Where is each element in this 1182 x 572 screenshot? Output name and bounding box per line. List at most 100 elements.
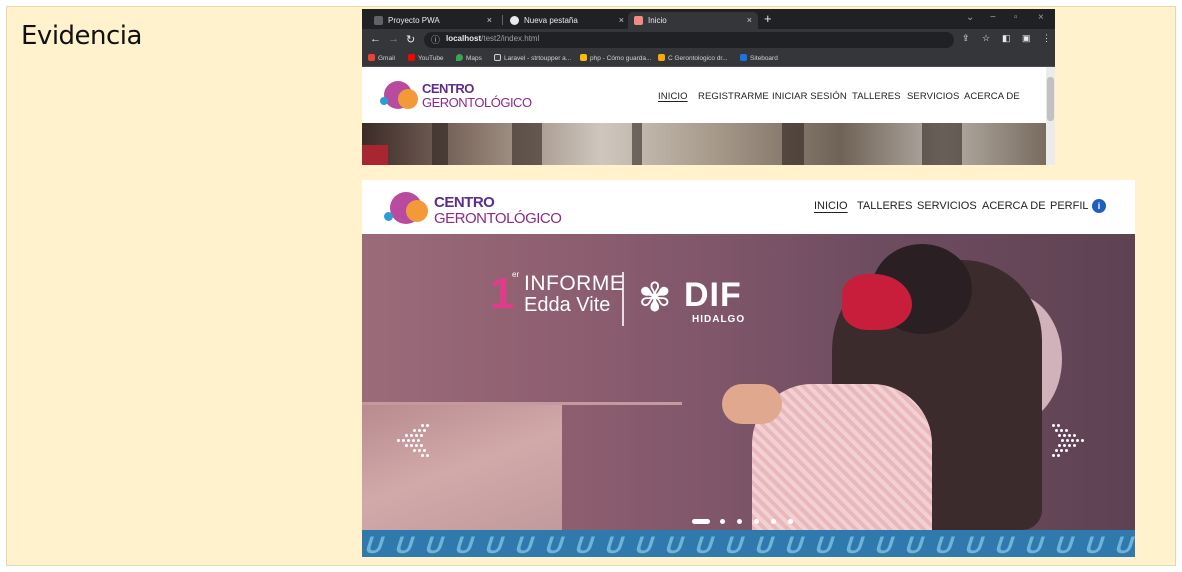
nav-acerca-de[interactable]: ACERCA DE: [982, 200, 1046, 212]
reload-icon[interactable]: ↻: [406, 33, 415, 46]
nav-acerca-de[interactable]: ACERCA DE: [964, 91, 1020, 102]
carousel-dot[interactable]: [720, 519, 725, 524]
pattern-shape: U: [451, 532, 478, 557]
arrow-dot: [426, 424, 429, 427]
tab-close-icon[interactable]: ×: [619, 12, 624, 29]
share-icon[interactable]: ⇪: [962, 33, 970, 44]
arrow-dot: [1065, 449, 1068, 452]
close-window-button[interactable]: ×: [1038, 12, 1044, 23]
tab-close-icon[interactable]: ×: [487, 12, 492, 29]
logo-line2: GERONTOLÓGICO: [422, 95, 532, 110]
pattern-shape: U: [391, 532, 418, 557]
arrow-dot: [421, 454, 424, 457]
address-toolbar: ← → ↻ ⓘ localhost/test2/index.html ⇪ ☆ ◧…: [362, 29, 1055, 51]
dif-flower-icon: ✾: [638, 276, 672, 320]
bookmark-label: YouTube: [418, 55, 444, 62]
hero-decor: [782, 123, 804, 165]
nav-inicio[interactable]: INICIO: [814, 200, 848, 212]
nav-registrarme[interactable]: REGISTRARME: [698, 91, 769, 102]
bookmark-siteboard[interactable]: Siteboard: [740, 53, 778, 64]
browser-screenshot: Proyecto PWA × Nueva pestaña × Inicio × …: [362, 9, 1055, 165]
tab-close-icon[interactable]: ×: [747, 12, 752, 29]
scrollbar-thumb[interactable]: [1047, 77, 1054, 121]
carousel-prev-arrow-icon[interactable]: [394, 420, 434, 460]
address-bar[interactable]: ⓘ localhost/test2/index.html: [424, 32, 954, 48]
banner-brand: DIF: [684, 276, 742, 314]
pattern-shape: U: [511, 532, 538, 557]
hero-decor: [362, 402, 682, 405]
info-icon[interactable]: ⓘ: [431, 33, 440, 46]
page-scrollbar[interactable]: [1046, 67, 1055, 165]
arrow-dot: [420, 434, 423, 437]
hero-carousel: 1 er INFORME Edda Vite ✾ DIF HIDALGO: [362, 234, 1135, 530]
carousel-dot[interactable]: [737, 519, 742, 524]
back-arrow-icon[interactable]: ←: [370, 33, 381, 45]
tab-separator: [502, 15, 503, 25]
bookmark-youtube[interactable]: YouTube: [408, 53, 444, 64]
extension-icon[interactable]: ▣: [1022, 33, 1031, 44]
nav-talleres[interactable]: TALLERES: [857, 200, 912, 212]
arrow-dot: [418, 429, 421, 432]
youtube-icon: [408, 54, 415, 61]
pattern-shape: U: [1111, 532, 1135, 557]
nav-servicios[interactable]: SERVICIOS: [907, 91, 959, 102]
site-logo[interactable]: CENTRO GERONTOLÓGICO: [380, 75, 540, 115]
side-panel-icon[interactable]: ◧: [1002, 33, 1011, 44]
bookmark-gmail[interactable]: Gmail: [368, 53, 395, 64]
carousel-dot[interactable]: [788, 519, 793, 524]
carousel-next-arrow-icon[interactable]: [1052, 420, 1092, 460]
pattern-shape: U: [631, 532, 658, 557]
url-text: localhost/test2/index.html: [446, 34, 539, 43]
tab-nueva-pestana[interactable]: Nueva pestaña ×: [504, 12, 630, 29]
nav-inicio[interactable]: INICIO: [658, 91, 688, 102]
tab-proyecto-pwa[interactable]: Proyecto PWA ×: [368, 12, 498, 29]
bookmark-laravel[interactable]: Laravel - strtoupper a...: [494, 53, 571, 64]
arrow-dot: [1081, 439, 1084, 442]
hero-decor: [632, 123, 642, 165]
nav-talleres[interactable]: TALLERES: [852, 91, 901, 102]
profile-user-icon[interactable]: i: [1092, 199, 1106, 213]
tab-inicio[interactable]: Inicio ×: [628, 12, 758, 29]
arrow-dot: [421, 424, 424, 427]
nav-iniciar-sesion[interactable]: INICIAR SESIÓN: [772, 91, 847, 102]
restore-button[interactable]: ▫: [1014, 12, 1018, 23]
arrow-dot: [420, 444, 423, 447]
bookmark-star-icon[interactable]: ☆: [982, 33, 990, 44]
page-viewport: CENTRO GERONTOLÓGICO INICIO REGISTRARME …: [362, 67, 1055, 165]
bookmark-label: Laravel - strtoupper a...: [504, 55, 572, 62]
bookmark-label: Gmail: [378, 55, 395, 62]
bookmark-php[interactable]: php - Cómo guarda...: [580, 53, 651, 64]
bookmark-maps[interactable]: Maps: [456, 53, 482, 64]
carousel-dot[interactable]: [754, 519, 759, 524]
arrow-dot: [410, 444, 413, 447]
logo-dot-icon: [384, 212, 393, 221]
evidence-heading: Evidencia: [21, 21, 142, 51]
siteboard-icon: [740, 54, 747, 61]
site-header: CENTRO GERONTOLÓGICO INICIO REGISTRARME …: [362, 67, 1046, 123]
bookmarks-bar: Gmail YouTube Maps Laravel - strtoupper …: [362, 51, 1055, 67]
menu-kebab-icon[interactable]: ⋮: [1042, 33, 1051, 44]
logo-dot-icon: [380, 97, 388, 105]
new-tab-button[interactable]: +: [764, 11, 772, 26]
tab-search-icon[interactable]: ⌄: [966, 12, 974, 23]
tab-label: Inicio: [648, 16, 667, 25]
pattern-shape: U: [661, 532, 688, 557]
pattern-shape: U: [1051, 532, 1078, 557]
arrow-dot: [1057, 454, 1060, 457]
minimize-button[interactable]: −: [990, 12, 996, 23]
pattern-shape: U: [1081, 532, 1108, 557]
nav-servicios[interactable]: SERVICIOS: [917, 200, 977, 212]
hero-decor: [922, 123, 962, 165]
carousel-dot[interactable]: [692, 519, 710, 524]
pattern-shape: U: [931, 532, 958, 557]
forward-arrow-icon[interactable]: →: [388, 33, 399, 45]
bookmark-folder-icon: [658, 54, 665, 61]
bookmark-gerontologico[interactable]: C Gerontologico dr...: [658, 53, 728, 64]
site-logo[interactable]: CENTRO GERONTOLÓGICO: [384, 186, 564, 230]
nav-perfil[interactable]: PERFIL: [1050, 200, 1089, 212]
arrow-dot: [418, 449, 421, 452]
pattern-shape: U: [571, 532, 598, 557]
evidence-box: Evidencia Proyecto PWA × Nueva pestaña ×…: [6, 6, 1176, 566]
logo-face-icon: [398, 89, 418, 109]
carousel-dot[interactable]: [771, 519, 776, 524]
